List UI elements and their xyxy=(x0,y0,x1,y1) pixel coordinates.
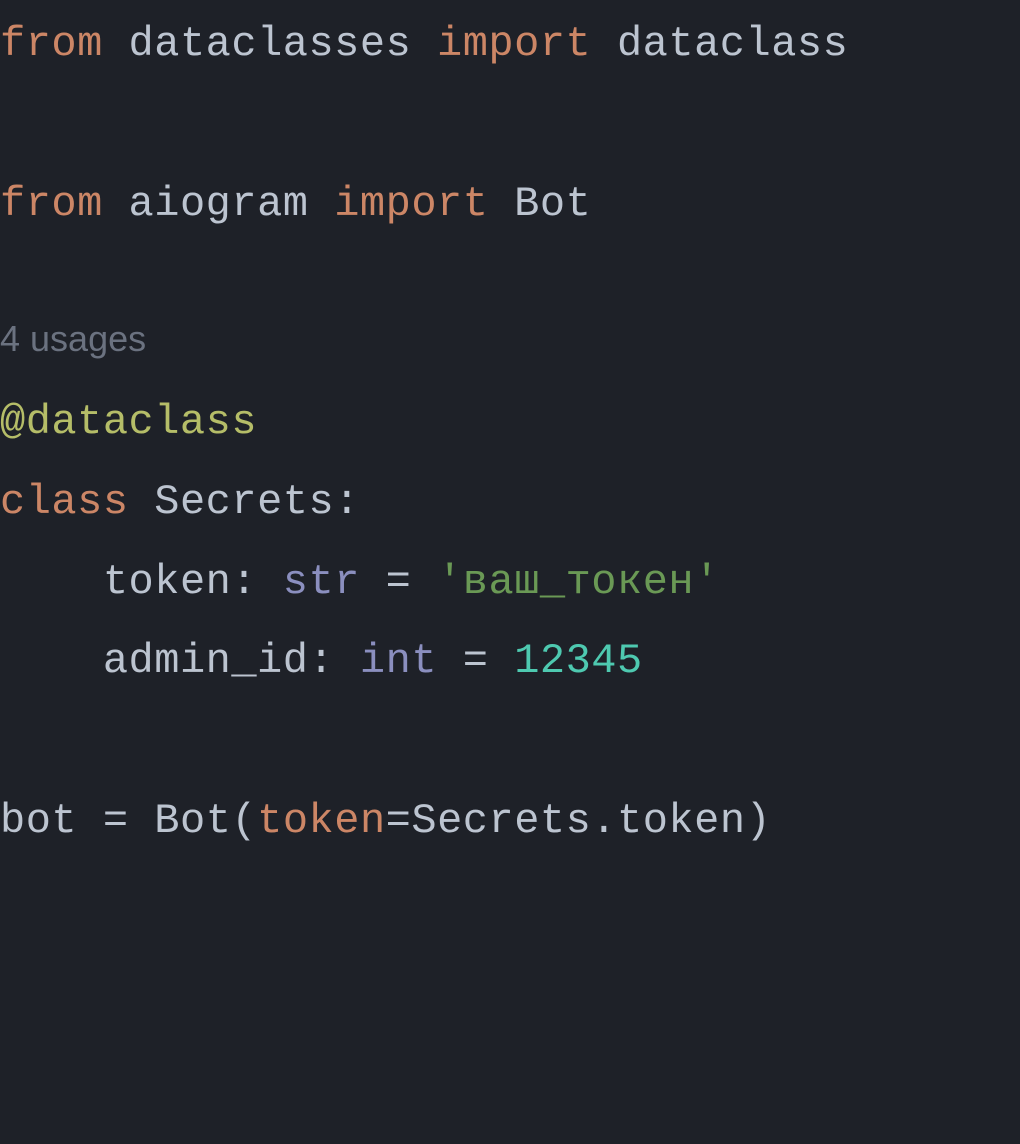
usages-hint[interactable]: 4 usages xyxy=(0,305,1020,373)
rparen: ) xyxy=(746,797,772,845)
keyword-from: from xyxy=(0,20,103,68)
imported-bot: Bot xyxy=(514,180,591,228)
code-editor[interactable]: from dataclasses import dataclass from a… xyxy=(0,0,1020,862)
type-str: str xyxy=(283,558,360,606)
blank-line xyxy=(0,85,1020,165)
code-line-import-aiogram: from aiogram import Bot xyxy=(0,165,1020,245)
colon: : xyxy=(308,637,334,685)
decorator-dataclass: @dataclass xyxy=(0,398,257,446)
module-aiogram: aiogram xyxy=(129,180,309,228)
code-line-field-token: token: str = 'ваш_токен' xyxy=(0,543,1020,623)
blank-line xyxy=(0,702,1020,782)
colon: : xyxy=(334,478,360,526)
field-token: token xyxy=(103,558,232,606)
code-line-field-admin: admin_id: int = 12345 xyxy=(0,622,1020,702)
equals: = xyxy=(103,797,129,845)
equals: = xyxy=(386,558,412,606)
param-token: token xyxy=(257,797,386,845)
imported-dataclass: dataclass xyxy=(617,20,848,68)
number-admin-value: 12345 xyxy=(514,637,643,685)
module-dataclasses: dataclasses xyxy=(129,20,412,68)
code-line-bot-assign: bot = Bot(token=Secrets.token) xyxy=(0,782,1020,862)
code-line-class: class Secrets: xyxy=(0,463,1020,543)
string-token-value: 'ваш_токен' xyxy=(437,558,720,606)
keyword-import: import xyxy=(334,180,488,228)
var-bot: bot xyxy=(0,797,77,845)
code-line-import-dataclasses: from dataclasses import dataclass xyxy=(0,5,1020,85)
call-bot: Bot xyxy=(154,797,231,845)
keyword-class: class xyxy=(0,478,129,526)
type-int: int xyxy=(360,637,437,685)
lparen: ( xyxy=(231,797,257,845)
keyword-from: from xyxy=(0,180,103,228)
class-name-secrets: Secrets xyxy=(154,478,334,526)
field-admin-id: admin_id xyxy=(103,637,309,685)
keyword-import: import xyxy=(437,20,591,68)
code-line-decorator: @dataclass xyxy=(0,383,1020,463)
equals: = xyxy=(386,797,412,845)
arg-secrets-token: Secrets.token xyxy=(411,797,745,845)
equals: = xyxy=(463,637,489,685)
colon: : xyxy=(231,558,257,606)
